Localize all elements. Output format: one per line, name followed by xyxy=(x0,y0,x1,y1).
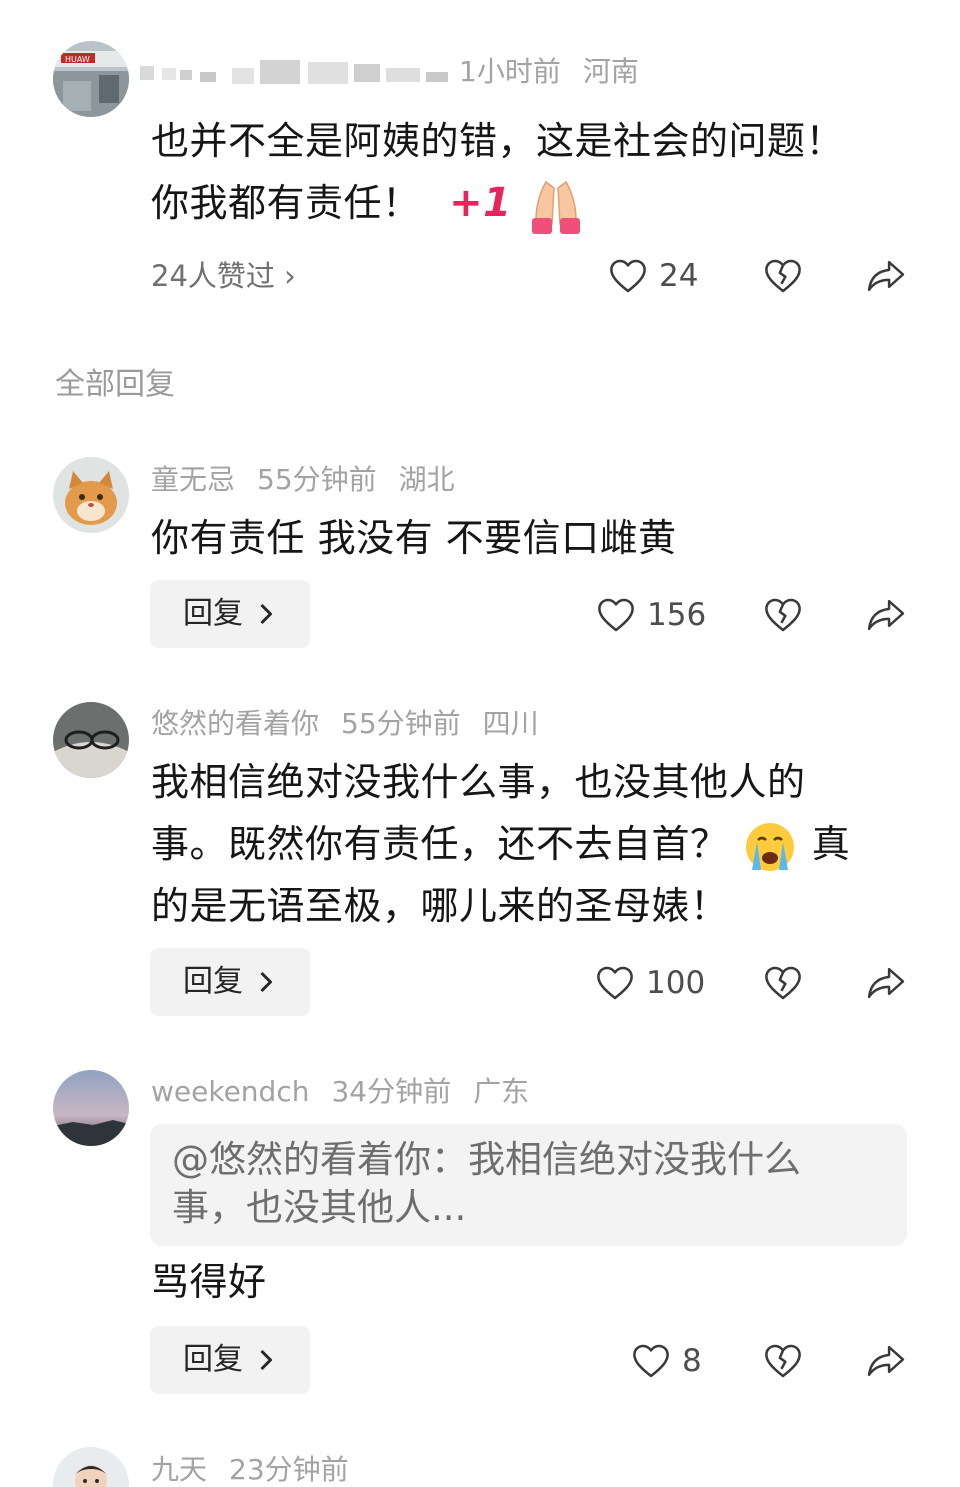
avatar[interactable] xyxy=(53,1447,129,1487)
comment-line-1: 也并不全是阿姨的错，这是社会的问题！ xyxy=(151,119,845,163)
avatar-store-image: HUAW xyxy=(53,41,129,117)
quoted-line-2: 事，也没其他人... xyxy=(172,1186,467,1229)
quoted-text: @悠然的看着你：我相信绝对没我什么 事，也没其他人... xyxy=(172,1136,872,1232)
share-arrow-icon xyxy=(867,599,905,631)
blurred-username xyxy=(140,60,448,84)
like-button[interactable]: 8 xyxy=(632,1331,702,1391)
broken-heart-icon xyxy=(765,1344,801,1378)
share-button[interactable] xyxy=(866,1331,906,1391)
avatar[interactable] xyxy=(53,702,129,778)
share-button[interactable] xyxy=(866,953,906,1013)
reply-meta: 童无忌 55分钟前 湖北 xyxy=(151,460,477,500)
location: 广东 xyxy=(473,1075,530,1108)
share-button[interactable] xyxy=(866,585,906,645)
avatar[interactable]: HUAW xyxy=(53,41,129,117)
share-button[interactable] xyxy=(866,246,906,306)
reply-label: 回复 xyxy=(183,964,243,999)
username[interactable]: 童无忌 xyxy=(151,463,235,496)
like-button[interactable]: 100 xyxy=(596,953,705,1013)
comment-meta: 1小时前 河南 xyxy=(459,52,661,92)
avatar-sky-image xyxy=(53,1070,129,1146)
heart-icon xyxy=(633,1344,669,1378)
chevron-right-icon xyxy=(260,603,272,625)
broken-heart-icon xyxy=(765,259,801,293)
chevron-right-icon xyxy=(260,971,272,993)
reply-button[interactable]: 回复 xyxy=(150,948,310,1016)
like-count: 24 xyxy=(659,258,699,294)
like-count: 156 xyxy=(647,597,707,633)
timestamp: 1小时前 xyxy=(459,55,561,88)
reply-meta: 九天 23分钟前 xyxy=(151,1450,371,1487)
plus-one-sticker: +1 xyxy=(449,180,512,226)
like-count: 100 xyxy=(646,965,706,1001)
reply-label: 回复 xyxy=(183,596,243,631)
chevron-right-icon xyxy=(260,1349,272,1371)
avatar-person-image xyxy=(53,1447,129,1487)
timestamp: 55分钟前 xyxy=(341,707,461,740)
reply-line-2: 事。既然你有责任，还不去自首？ 真 xyxy=(151,813,911,875)
timestamp: 23分钟前 xyxy=(229,1453,349,1486)
heart-icon xyxy=(597,966,633,1000)
avatar[interactable] xyxy=(53,1070,129,1146)
avatar-cat-image xyxy=(53,457,129,533)
share-arrow-icon xyxy=(867,1345,905,1377)
comment-line-2-text: 你我都有责任！ xyxy=(151,181,421,225)
reply-text: 骂得好 xyxy=(151,1260,267,1304)
reply-button[interactable]: 回复 xyxy=(150,1326,310,1394)
location: 河南 xyxy=(582,55,639,88)
comment-text: 也并不全是阿姨的错，这是社会的问题！ 你我都有责任！ +1 xyxy=(151,110,911,236)
quoted-line-1: @悠然的看着你：我相信绝对没我什么 xyxy=(172,1138,801,1181)
username[interactable]: 悠然的看着你 xyxy=(151,707,319,740)
like-count: 8 xyxy=(682,1343,702,1379)
heart-icon xyxy=(598,598,634,632)
avatar-glasses-book-image xyxy=(53,702,129,778)
dislike-button[interactable] xyxy=(764,953,802,1013)
username[interactable]: weekendch xyxy=(151,1075,309,1108)
svg-text:HUAW: HUAW xyxy=(65,55,90,64)
broken-heart-icon xyxy=(765,598,801,632)
quoted-reply[interactable]: @悠然的看着你：我相信绝对没我什么 事，也没其他人... xyxy=(150,1124,907,1246)
broken-heart-icon xyxy=(765,966,801,1000)
reply-text: 你有责任 我没有 不要信口雌黄 xyxy=(151,516,677,560)
comment-thread: HUAW 1小时前 河南 也并不全是阿姨的错，这是社会的问题！ 你我都有责任！ +… xyxy=(0,0,960,1487)
comment-line-2: 你我都有责任！ +1 xyxy=(151,172,911,236)
share-arrow-icon xyxy=(867,260,905,292)
dislike-button[interactable] xyxy=(764,246,802,306)
timestamp: 55分钟前 xyxy=(257,463,377,496)
reply-meta: 悠然的看着你 55分钟前 四川 xyxy=(151,704,561,744)
dislike-button[interactable] xyxy=(764,1331,802,1391)
reply-label: 回复 xyxy=(183,1342,243,1377)
like-button[interactable]: 24 xyxy=(609,246,698,306)
reply-line-1: 我相信绝对没我什么事，也没其他人的 xyxy=(151,760,806,804)
liked-by-link[interactable]: 24人赞过 › xyxy=(151,256,296,296)
username[interactable]: 九天 xyxy=(151,1453,207,1486)
reply-meta: weekendch 34分钟前 广东 xyxy=(151,1072,551,1112)
dislike-button[interactable] xyxy=(764,585,802,645)
heart-icon xyxy=(610,259,646,293)
reply-text: 我相信绝对没我什么事，也没其他人的 事。既然你有责任，还不去自首？ 真 的是无语… xyxy=(151,751,911,937)
reply-line-2a: 事。既然你有责任，还不去自首？ xyxy=(151,822,729,866)
share-arrow-icon xyxy=(867,967,905,999)
avatar[interactable] xyxy=(53,457,129,533)
loudly-crying-face-emoji xyxy=(746,822,795,871)
folded-hands-emoji xyxy=(532,180,581,234)
location: 湖北 xyxy=(398,463,455,496)
reply-button[interactable]: 回复 xyxy=(150,580,310,648)
timestamp: 34分钟前 xyxy=(331,1075,452,1108)
section-title: 全部回复 xyxy=(55,367,175,402)
location: 四川 xyxy=(482,707,539,740)
reply-line-2b: 真 xyxy=(811,822,851,866)
reply-line-3: 的是无语至极，哪儿来的圣母婊！ xyxy=(151,884,729,928)
like-button[interactable]: 156 xyxy=(597,585,706,645)
